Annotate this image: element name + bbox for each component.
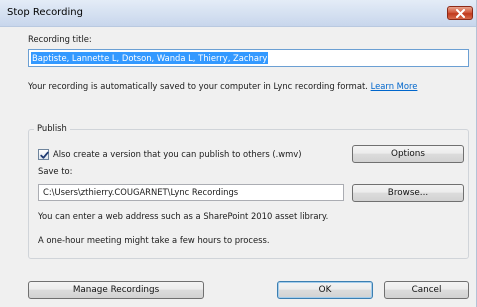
window-title: Stop Recording xyxy=(7,7,83,18)
publish-wmv-checkbox[interactable] xyxy=(38,149,49,160)
manage-recordings-button[interactable]: Manage Recordings xyxy=(28,281,204,299)
auto-save-info: Your recording is automatically saved to… xyxy=(28,81,417,91)
auto-save-text: Your recording is automatically saved to… xyxy=(28,81,368,91)
close-button[interactable] xyxy=(447,6,473,20)
options-button[interactable]: Options xyxy=(352,145,464,163)
save-to-value: C:\Users\zthierry.COUGARNET\Lync Recordi… xyxy=(43,187,239,197)
recording-title-input[interactable]: Baptiste, Lannette L, Dotson, Wanda L, T… xyxy=(28,49,469,67)
stop-recording-dialog: Stop Recording Recording title: Baptiste… xyxy=(0,0,477,307)
learn-more-link[interactable]: Learn More xyxy=(371,81,418,91)
save-to-input[interactable]: C:\Users\zthierry.COUGARNET\Lync Recordi… xyxy=(38,184,344,201)
web-address-hint: You can enter a web address such as a Sh… xyxy=(38,211,329,221)
duration-hint: A one-hour meeting might take a few hour… xyxy=(38,235,270,245)
browse-button[interactable]: Browse... xyxy=(352,184,464,202)
checkmark-icon xyxy=(40,151,49,159)
cancel-button[interactable]: Cancel xyxy=(384,281,469,299)
recording-title-value: Baptiste, Lannette L, Dotson, Wanda L, T… xyxy=(31,52,269,64)
publish-group-label: Publish xyxy=(34,123,70,133)
save-to-label: Save to: xyxy=(38,166,73,176)
publish-wmv-label[interactable]: Also create a version that you can publi… xyxy=(53,149,302,159)
close-icon xyxy=(456,9,465,18)
ok-button[interactable]: OK xyxy=(277,281,373,299)
title-bar[interactable]: Stop Recording xyxy=(0,0,476,27)
recording-title-label: Recording title: xyxy=(28,34,92,44)
